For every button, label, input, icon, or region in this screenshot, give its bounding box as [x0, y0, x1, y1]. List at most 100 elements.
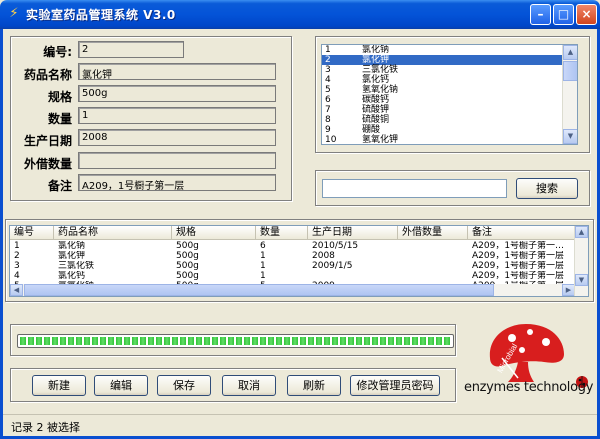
- list-item-name: 氯化钙: [362, 75, 390, 85]
- table-hscroll-thumb[interactable]: [24, 284, 494, 296]
- title-bar[interactable]: ⚡ 实验室药品管理系统 V3.0 – □ ×: [0, 0, 600, 29]
- list-item-number: 3: [325, 65, 331, 75]
- scroll-left-icon[interactable]: ◀: [10, 284, 23, 296]
- field-label-remark: 备注: [47, 179, 72, 193]
- table-row[interactable]: 2 氯化钾 500g 1 2008 A209，1号橱子第一层: [10, 251, 575, 261]
- maximize-button[interactable]: □: [553, 4, 574, 25]
- list-item[interactable]: 6 碳酸钙: [322, 95, 577, 105]
- lend-field[interactable]: [78, 152, 276, 169]
- table-cell: 2010/5/15: [312, 241, 359, 251]
- list-item[interactable]: 4 氯化钙: [322, 75, 577, 85]
- list-item[interactable]: 8 硫酸铜: [322, 115, 577, 125]
- edit-button[interactable]: 编辑: [94, 375, 148, 396]
- list-item-name: 碳酸钙: [362, 95, 390, 105]
- change-password-button[interactable]: 修改管理员密码: [350, 375, 440, 396]
- status-text: 记录 2 被选择: [11, 421, 80, 434]
- list-item-number: 2: [325, 55, 331, 65]
- date-field[interactable]: 2008: [78, 129, 276, 146]
- list-item-number: 9: [325, 125, 331, 135]
- list-item-name: 三氯化铁: [362, 65, 399, 75]
- table-cell: 1: [260, 261, 266, 271]
- drug-listbox[interactable]: 1 氯化钠 2 氯化钾 3 三氯化铁 4 氯化钙 5 氢氧化钠 6 碳酸钙 7 硫酸钾 8 硫酸铜 9 硼酸 10 氢…: [321, 44, 578, 145]
- id-field[interactable]: 2: [78, 41, 184, 58]
- table-row[interactable]: 4 氯化钙 500g 1 A209，1号橱子第一层: [10, 271, 575, 281]
- list-item-number: 10: [325, 135, 337, 145]
- search-input[interactable]: [322, 179, 507, 198]
- table-cell: 氯化钙: [58, 271, 86, 281]
- list-item-name: 硫酸铜: [362, 115, 390, 125]
- list-item-number: 5: [325, 85, 331, 95]
- field-label-spec: 规格: [47, 90, 72, 104]
- table-cell: 500g: [176, 251, 199, 261]
- table-cell: A209，1号橱子第一层: [472, 261, 565, 271]
- list-item-name: 氯化钾: [362, 55, 390, 65]
- list-scroll-thumb[interactable]: [563, 61, 577, 81]
- table-cell: A209，1号橱子第一层: [472, 271, 565, 281]
- table-cell: 6: [260, 241, 266, 251]
- table-row[interactable]: 1 氯化钠 500g 6 2010/5/15 A209，1号橱子第一…: [10, 241, 575, 251]
- name-field[interactable]: 氯化钾: [78, 63, 276, 80]
- list-item-name: 氯化钠: [362, 45, 390, 55]
- remark-field[interactable]: A209，1号橱子第一层: [78, 174, 276, 191]
- column-header[interactable]: 数量: [256, 226, 308, 240]
- column-header[interactable]: 备注: [468, 226, 575, 240]
- table-cell: 1: [260, 251, 266, 261]
- table-cell: 2: [14, 251, 20, 261]
- list-item[interactable]: 1 氯化钠: [322, 45, 577, 55]
- new-button[interactable]: 新建: [32, 375, 86, 396]
- list-item-number: 8: [325, 115, 331, 125]
- field-label-date: 生产日期: [23, 134, 72, 148]
- refresh-button[interactable]: 刷新: [287, 375, 341, 396]
- scroll-down-icon[interactable]: ▼: [563, 129, 577, 144]
- table-vscrollbar[interactable]: ▲ ▼: [574, 226, 588, 296]
- column-header[interactable]: 规格: [172, 226, 256, 240]
- list-item-number: 6: [325, 95, 331, 105]
- list-scrollbar[interactable]: ▲ ▼: [562, 45, 577, 144]
- table-scroll-up-icon[interactable]: ▲: [575, 226, 588, 238]
- list-item-number: 1: [325, 45, 331, 55]
- app-icon: ⚡: [9, 6, 19, 21]
- list-item[interactable]: 10 氢氧化钾: [322, 135, 577, 145]
- table-cell: A209，1号橱子第一层: [472, 251, 565, 261]
- table-hscrollbar[interactable]: ◀ ▶: [10, 284, 575, 296]
- table-cell: [398, 271, 468, 281]
- table-row[interactable]: 3 三氯化铁 500g 1 2009/1/5 A209，1号橱子第一层: [10, 261, 575, 271]
- list-item[interactable]: 7 硫酸钾: [322, 105, 577, 115]
- table-cell: 4: [14, 271, 20, 281]
- table-cell: [308, 271, 398, 281]
- cancel-button[interactable]: 取消: [222, 375, 276, 396]
- column-header[interactable]: 生产日期: [308, 226, 398, 240]
- table-cell: [398, 261, 468, 271]
- list-item-name: 硫酸钾: [362, 105, 390, 115]
- spec-field[interactable]: 500g: [78, 85, 276, 102]
- field-label-quantity: 数量: [47, 112, 72, 126]
- list-item[interactable]: 3 三氯化铁: [322, 65, 577, 75]
- list-item[interactable]: 5 氢氧化钠: [322, 85, 577, 95]
- window-title: 实验室药品管理系统 V3.0: [26, 8, 176, 22]
- scroll-up-icon[interactable]: ▲: [563, 45, 577, 60]
- list-item-name: 硼酸: [362, 125, 381, 135]
- table-cell: 2009/1/5: [312, 261, 353, 271]
- field-label-lend: 外借数量: [23, 157, 72, 171]
- field-label-id: 编号:: [43, 45, 72, 59]
- minimize-button[interactable]: –: [530, 4, 551, 25]
- table-cell: 三氯化铁: [58, 261, 95, 271]
- save-button[interactable]: 保存: [157, 375, 211, 396]
- column-header[interactable]: 外借数量: [398, 226, 468, 240]
- list-item-name: 氢氧化钾: [362, 135, 399, 145]
- table-scroll-down-icon[interactable]: ▼: [575, 274, 588, 286]
- list-item-number: 4: [325, 75, 331, 85]
- table-header: 编号 药品名称 规格 数量 生产日期 外借数量 备注: [10, 226, 575, 240]
- search-button[interactable]: 搜索: [516, 178, 578, 199]
- column-header[interactable]: 编号: [10, 226, 54, 240]
- table-cell: 1: [14, 241, 20, 251]
- list-item[interactable]: 2 氯化钾: [322, 55, 577, 65]
- quantity-field[interactable]: 1: [78, 107, 276, 124]
- column-header[interactable]: 药品名称: [54, 226, 172, 240]
- logo-text: enzymes technology: [464, 380, 594, 395]
- list-item[interactable]: 9 硼酸: [322, 125, 577, 135]
- progress-bar: [17, 334, 454, 348]
- records-table[interactable]: 编号 药品名称 规格 数量 生产日期 外借数量 备注 1 氯化钠 500g 6 2010/5/15 A…: [9, 225, 589, 297]
- table-cell: 500g: [176, 241, 199, 251]
- close-button[interactable]: ×: [576, 4, 597, 25]
